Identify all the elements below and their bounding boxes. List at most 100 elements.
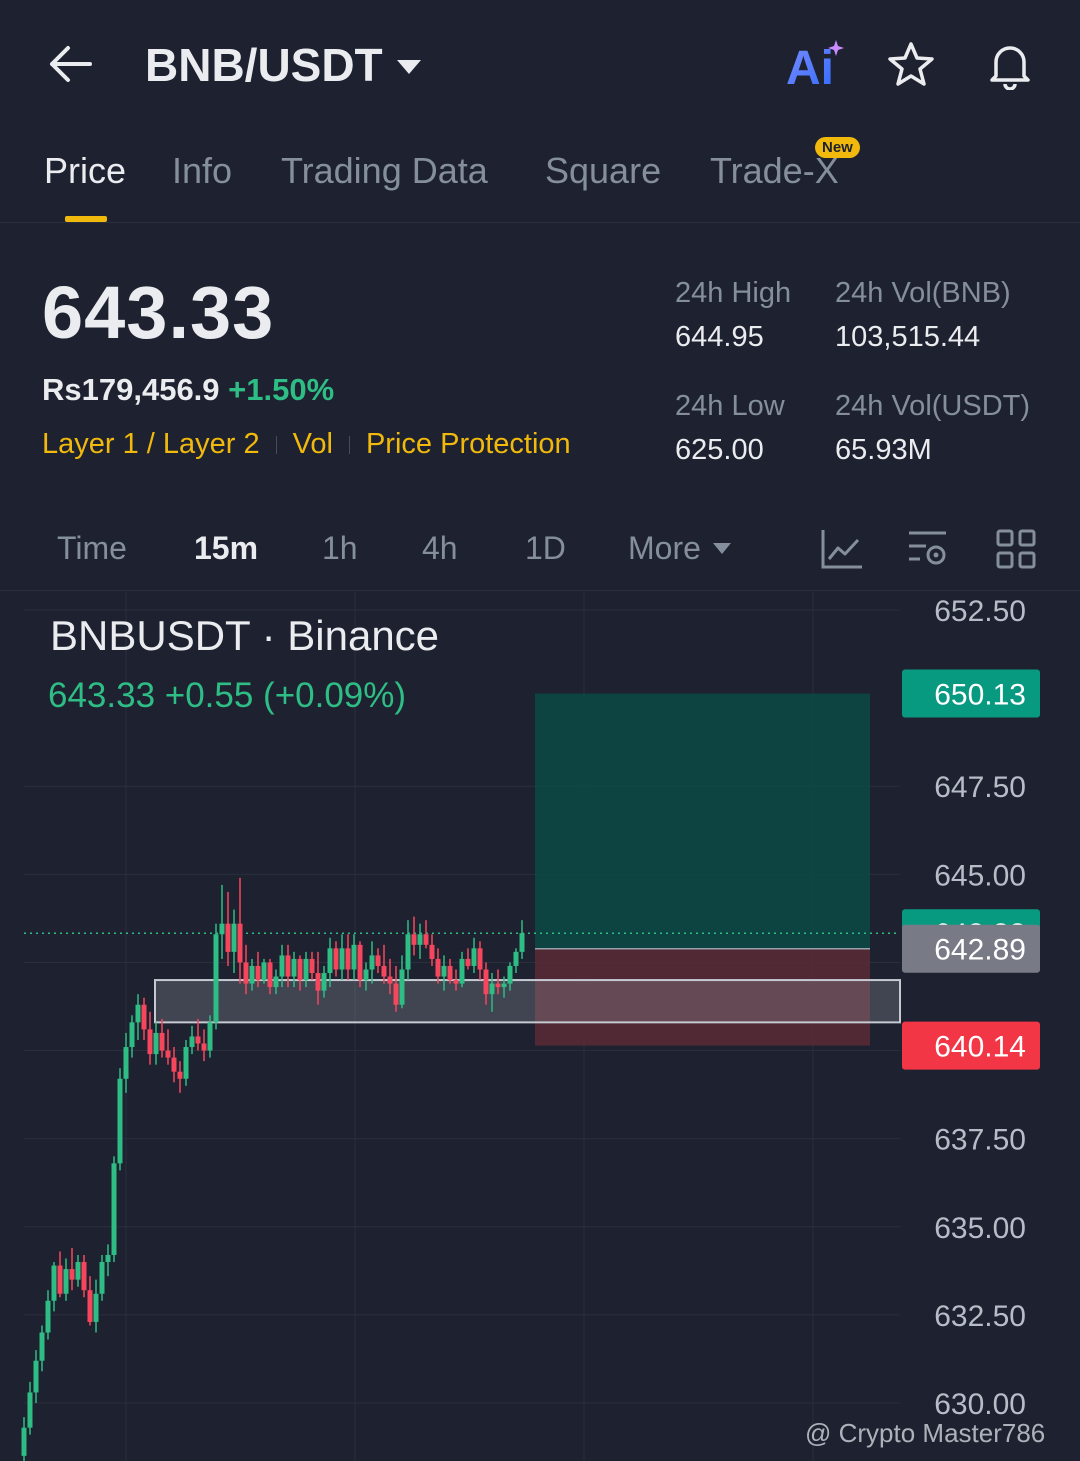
y-axis-label: 637.50 [934, 1124, 1026, 1157]
y-axis-label: 630.00 [934, 1388, 1026, 1421]
candle-body [381, 965, 387, 977]
candle-body [255, 965, 261, 981]
candle-body [327, 948, 333, 974]
candle-body [63, 1269, 69, 1294]
candle-body [393, 983, 399, 1005]
candle-body [417, 934, 423, 945]
support-zone [154, 979, 901, 1024]
candle-body [87, 1290, 93, 1322]
y-axis-label: 645.00 [934, 859, 1026, 892]
candle-body [501, 983, 507, 988]
grid-layout-icon[interactable] [995, 528, 1037, 570]
fiat-price: Rs179,456.9 [42, 372, 220, 407]
star-icon[interactable] [886, 40, 936, 90]
indicator-chart-icon[interactable] [820, 528, 864, 570]
chevron-down-icon [712, 543, 731, 554]
candle-body [189, 1036, 195, 1048]
candle-body [345, 948, 351, 970]
candle-body [51, 1265, 57, 1301]
candle-body [135, 1004, 141, 1023]
candle-body [489, 983, 495, 995]
candlestick-chart[interactable]: 652.50 647.50 645.00 637.50 635.00 632.50 630.… [0, 592, 1080, 1461]
candle-body [231, 923, 237, 952]
candle-body [249, 965, 255, 984]
timeframe-time[interactable]: Time [57, 530, 127, 567]
timeframe-1h[interactable]: 1h [322, 530, 358, 567]
candle-body [369, 955, 375, 970]
candle-body [165, 1050, 171, 1058]
candle-body [267, 962, 273, 988]
price-tag-label: 650.13 [934, 679, 1026, 712]
candle-body [111, 1163, 117, 1255]
candle-body [201, 1043, 207, 1051]
candle-body [45, 1300, 51, 1333]
tag-price-protection[interactable]: Price Protection [366, 428, 571, 461]
pair-selector[interactable]: BNB/USDT [145, 38, 421, 92]
candle-body [297, 958, 303, 981]
candle-body [375, 955, 381, 966]
price-tag-label: 642.89 [934, 934, 1026, 967]
candle-body [141, 1004, 147, 1030]
candle-body [177, 1071, 183, 1079]
candle-body [291, 958, 297, 977]
candle-body [309, 958, 315, 974]
main-tabs: Price Info Trading Data Square Trade-X [0, 140, 1080, 223]
take-profit-zone [535, 693, 870, 949]
candle-body [207, 1022, 213, 1051]
change-percent: +1.50% [228, 372, 335, 407]
candle-body [27, 1392, 33, 1428]
tab-trading-data[interactable]: Trading Data [281, 150, 488, 192]
candle-body [387, 976, 393, 984]
y-axis-label: 652.50 [934, 595, 1026, 628]
fiat-price-row: Rs179,456.9 +1.50% [42, 372, 334, 408]
high-value: 644.95 [675, 321, 764, 353]
tab-square[interactable]: Square [545, 150, 661, 192]
tag-layer[interactable]: Layer 1 / Layer 2 [42, 428, 260, 461]
candle-body [243, 962, 249, 984]
timeframe-more[interactable]: More [628, 530, 731, 567]
tag-vol[interactable]: Vol [293, 428, 333, 461]
candle-body [81, 1262, 87, 1291]
timeframe-4h[interactable]: 4h [422, 530, 458, 567]
candle-body [237, 923, 243, 963]
candle-body [435, 958, 441, 977]
ai-icon[interactable]: Ai [786, 38, 848, 90]
candle-body [483, 969, 489, 995]
candle-body [93, 1293, 99, 1322]
candle-body [261, 962, 267, 981]
candle-body [273, 976, 279, 988]
back-arrow-icon[interactable] [46, 44, 94, 84]
candle-body [495, 983, 501, 988]
timeframe-15m[interactable]: 15m [194, 530, 258, 567]
vol-quote-label: 24h Vol(USDT) [835, 390, 1031, 422]
candle-body [123, 1047, 129, 1079]
candle-body [21, 1427, 27, 1456]
active-tab-indicator [65, 216, 107, 222]
bell-icon[interactable] [984, 38, 1036, 90]
timeframe-1d[interactable]: 1D [525, 530, 566, 567]
tag-divider [348, 435, 350, 454]
high-label: 24h High [675, 277, 792, 309]
last-price: 643.33 [42, 271, 275, 354]
settings-chart-icon[interactable] [906, 528, 950, 570]
candle-body [159, 1032, 165, 1051]
candle-body [225, 923, 231, 952]
candle-body [57, 1265, 63, 1294]
candle-body [411, 934, 417, 945]
candle-body [39, 1332, 45, 1361]
price-tag-label: 640.14 [934, 1031, 1026, 1064]
candle-body [333, 948, 339, 970]
candle-body [447, 965, 453, 981]
watermark: @ Crypto Master786 [805, 1418, 1046, 1448]
candle-body [339, 948, 345, 970]
low-label: 24h Low [675, 390, 785, 422]
candle-body [303, 958, 309, 981]
pair-title: BNB/USDT [145, 39, 383, 91]
candle-body [471, 948, 477, 966]
tab-price[interactable]: Price [44, 150, 126, 192]
candle-body [33, 1360, 39, 1393]
more-label: More [628, 530, 701, 566]
tab-info[interactable]: Info [172, 150, 232, 192]
candle-body [219, 923, 225, 935]
candle-body [519, 933, 525, 952]
